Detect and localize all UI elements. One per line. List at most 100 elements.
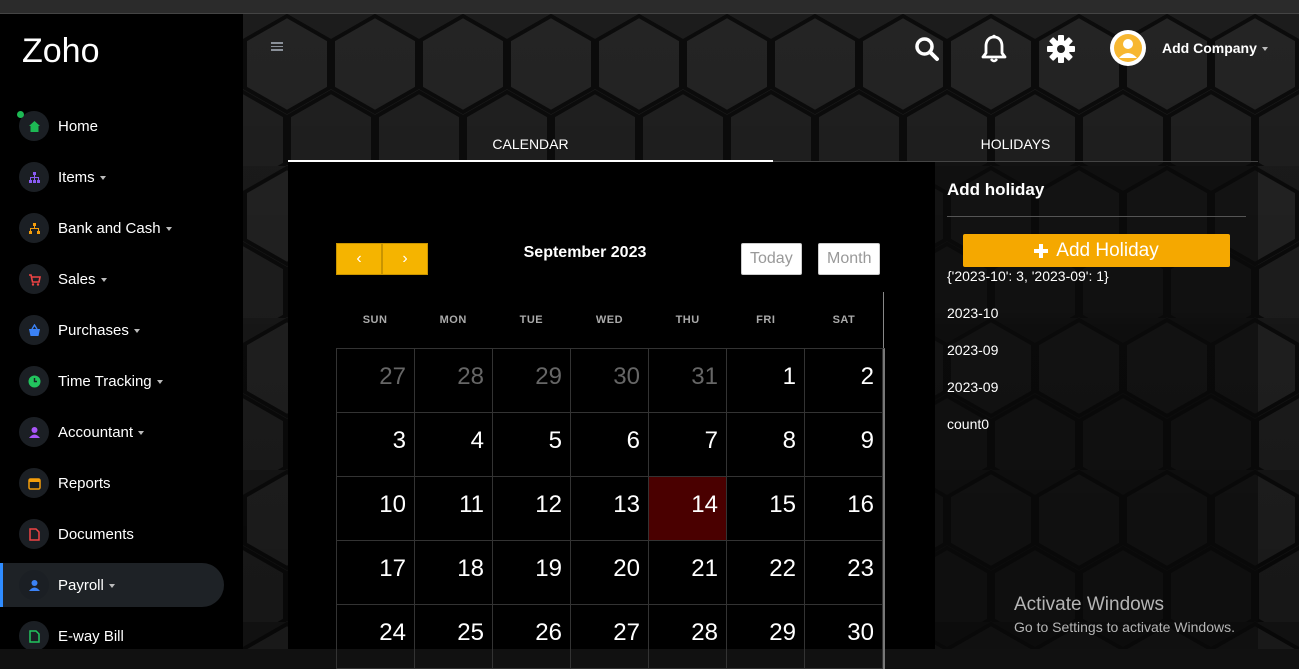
sidebar-item-purchases[interactable]: Purchases <box>0 308 224 352</box>
sidebar-item-label: Accountant <box>58 424 145 441</box>
day-number: 8 <box>782 427 796 454</box>
sidebar-item-payroll[interactable]: Payroll <box>0 563 224 607</box>
calendar-day[interactable]: 24 <box>337 605 415 669</box>
sidebar-item-label: Bank and Cash <box>58 220 172 237</box>
calendar-day[interactable]: 26 <box>493 605 571 669</box>
sidebar-item-sales[interactable]: Sales <box>0 257 224 301</box>
calendar-week: 10 11 12 13 14 15 16 <box>337 477 883 541</box>
calendar-week: 17 18 19 20 21 22 23 <box>337 541 883 605</box>
avatar[interactable] <box>1110 30 1146 66</box>
sidebar-item-home[interactable]: Home <box>0 104 224 148</box>
next-month-button[interactable]: › <box>382 243 428 275</box>
day-number: 21 <box>691 555 718 582</box>
day-number: 4 <box>470 427 484 454</box>
calendar-day[interactable]: 11 <box>415 477 493 541</box>
tab-calendar[interactable]: CALENDAR <box>288 126 773 163</box>
sidebar-item-items[interactable]: Items <box>0 155 224 199</box>
calendar-day[interactable]: 7 <box>649 413 727 477</box>
calendar-day[interactable]: 22 <box>727 541 805 605</box>
calendar-day[interactable]: 23 <box>805 541 883 605</box>
clock-icon <box>19 366 49 396</box>
month-title: September 2023 <box>523 244 647 261</box>
day-number: 17 <box>379 555 406 582</box>
calendar-day[interactable]: 17 <box>337 541 415 605</box>
add-holiday-heading: Add holiday <box>947 180 1045 199</box>
calendar-day[interactable]: 30 <box>571 349 649 413</box>
weekday-label: FRI <box>756 314 776 326</box>
status-dot <box>17 111 24 118</box>
holiday-count: count0 <box>947 416 990 432</box>
calendar-day[interactable]: 3 <box>337 413 415 477</box>
search-icon[interactable] <box>912 34 942 64</box>
sidebar-item-text: E-way Bill <box>58 627 124 645</box>
calendar-day[interactable]: 28 <box>415 349 493 413</box>
calendar-day[interactable]: 28 <box>649 605 727 669</box>
calendar-day[interactable]: 29 <box>493 349 571 413</box>
calendar-day[interactable]: 8 <box>727 413 805 477</box>
sidebar-item-bank-and-cash[interactable]: Bank and Cash <box>0 206 224 250</box>
person-icon <box>19 417 49 447</box>
gear-icon[interactable] <box>1046 34 1076 64</box>
add-company-dropdown[interactable]: Add Company <box>1162 40 1268 56</box>
day-number: 26 <box>535 619 562 646</box>
sidebar-item-label: Home <box>58 118 98 135</box>
weekday-label: SUN <box>362 314 388 326</box>
calendar-day[interactable]: 27 <box>571 605 649 669</box>
sidebar-item-text: Time Tracking <box>58 372 152 390</box>
calendar-panel: ‹ › September 2023 Today Month SUN MON T… <box>288 162 935 669</box>
bell-icon[interactable] <box>979 34 1009 64</box>
prev-month-button[interactable]: ‹ <box>336 243 382 275</box>
tab-holidays[interactable]: HOLIDAYS <box>773 126 1258 162</box>
calendar-day[interactable]: 12 <box>493 477 571 541</box>
brand-logo[interactable]: Zoho <box>22 32 100 71</box>
month-view-button[interactable]: Month <box>818 243 881 275</box>
calendar-day[interactable]: 4 <box>415 413 493 477</box>
calendar-day[interactable]: 19 <box>493 541 571 605</box>
holiday-month: 2023-10 <box>947 305 999 321</box>
day-number: 29 <box>535 363 562 390</box>
calendar-day[interactable]: 29 <box>727 605 805 669</box>
sidebar-item-text: Documents <box>58 525 134 543</box>
calendar-day[interactable]: 2 <box>805 349 883 413</box>
sidebar-item-documents[interactable]: Documents <box>0 512 224 556</box>
weekday-label: TUE <box>519 314 544 326</box>
calendar-day[interactable]: 5 <box>493 413 571 477</box>
calendar-day[interactable]: 15 <box>727 477 805 541</box>
sitemap-icon <box>19 162 49 192</box>
calendar-day[interactable]: 21 <box>649 541 727 605</box>
calendar-day[interactable]: 27 <box>337 349 415 413</box>
holiday-summary: {'2023-10': 3, '2023-09': 1} <box>947 268 1109 284</box>
calendar-day[interactable]: 18 <box>415 541 493 605</box>
calendar-day[interactable]: 10 <box>337 477 415 541</box>
calendar-day-today[interactable]: 14 <box>649 477 727 541</box>
sidebar-item-text: Reports <box>58 474 111 492</box>
home-icon <box>17 111 49 141</box>
calendar-day[interactable]: 1 <box>727 349 805 413</box>
menu-icon[interactable] <box>271 42 283 53</box>
weekday-label: WED <box>595 314 624 326</box>
sidebar-item-label: Reports <box>58 475 111 492</box>
sidebar-item-e-way-bill[interactable]: E-way Bill <box>0 614 224 649</box>
calendar-day[interactable]: 6 <box>571 413 649 477</box>
sidebar-item-accountant[interactable]: Accountant <box>0 410 224 454</box>
day-number: 12 <box>535 491 562 518</box>
holiday-month: 2023-09 <box>947 342 999 358</box>
calendar-day[interactable]: 20 <box>571 541 649 605</box>
add-holiday-button[interactable]: Add Holiday <box>963 234 1230 267</box>
day-number: 28 <box>691 619 718 646</box>
day-number: 1 <box>782 363 796 390</box>
sidebar-item-label: Purchases <box>58 322 140 339</box>
today-button[interactable]: Today <box>741 243 802 275</box>
calendar-day[interactable]: 9 <box>805 413 883 477</box>
calendar-day[interactable]: 30 <box>805 605 883 669</box>
calendar-day[interactable]: 16 <box>805 477 883 541</box>
calendar-day[interactable]: 25 <box>415 605 493 669</box>
day-number: 28 <box>457 363 484 390</box>
day-number: 18 <box>457 555 484 582</box>
calendar-day[interactable]: 13 <box>571 477 649 541</box>
calendar-day[interactable]: 31 <box>649 349 727 413</box>
sidebar-item-time-tracking[interactable]: Time Tracking <box>0 359 224 403</box>
sidebar-item-label: Items <box>58 169 106 186</box>
day-number: 31 <box>691 363 718 390</box>
sidebar-item-reports[interactable]: Reports <box>0 461 224 505</box>
